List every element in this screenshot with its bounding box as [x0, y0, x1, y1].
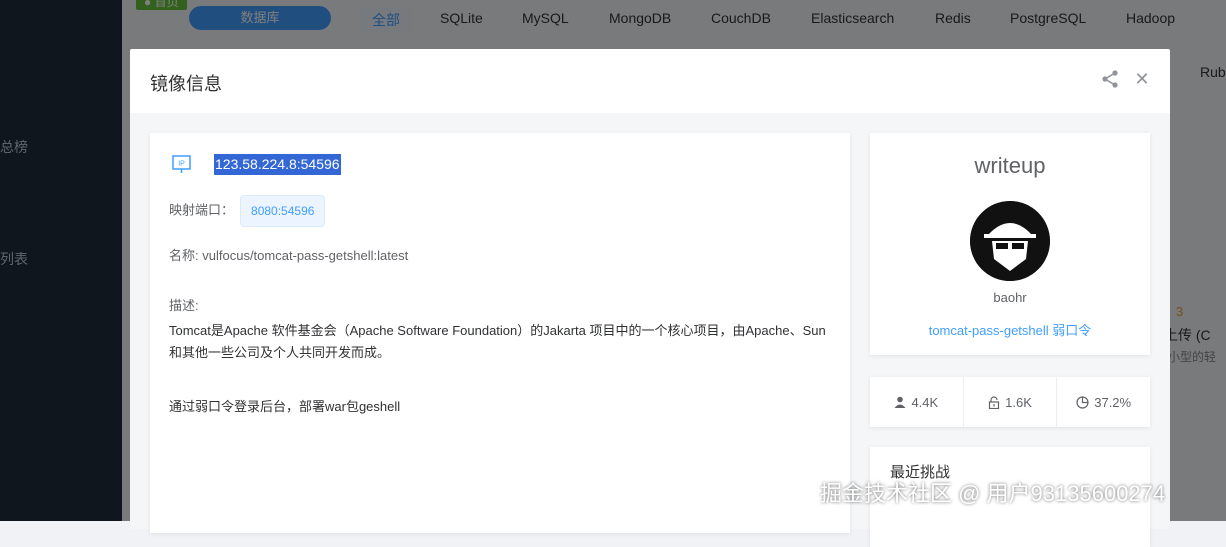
author-name: baohr	[993, 290, 1027, 305]
name-value: vulfocus/tomcat-pass-getshell:latest	[202, 248, 409, 263]
user-icon	[894, 396, 906, 408]
stat-users: 4.4K	[870, 377, 964, 427]
ip-address[interactable]: 123.58.224.8:54596	[214, 154, 341, 175]
desc-line: 通过弱口令登录后台，部署war包geshell	[169, 399, 401, 414]
dialog-body: IP 123.58.224.8:54596 映射端口： 8080:54596 名称…	[130, 113, 1170, 547]
stat-locks-value: 1.6K	[1005, 394, 1032, 410]
stat-rate: 37.2%	[1057, 377, 1150, 427]
description: Tomcat是Apache 软件基金会（Apache Software Foun…	[169, 320, 834, 418]
ip-icon: IP	[171, 154, 193, 174]
writeup-card: writeup baohr tomcat-pass-getshell 弱口令	[870, 133, 1150, 355]
stat-users-value: 4.4K	[911, 394, 939, 410]
watermark: 掘金技术社区 @ 用户93135600274	[820, 481, 1166, 506]
pie-chart-icon	[1076, 395, 1089, 409]
writeup-link[interactable]: tomcat-pass-getshell 弱口令	[870, 320, 1150, 339]
share-icon[interactable]	[1100, 69, 1120, 89]
desc-line: Tomcat是Apache 软件基金会（Apache Software Foun…	[169, 323, 826, 338]
port-row: 映射端口： 8080:54596	[169, 195, 326, 227]
name-label: 名称:	[169, 248, 199, 263]
image-info-dialog: 镜像信息 ✕ IP 123.58.224.8:54596 映射端口： 8080:5…	[130, 49, 1170, 547]
lock-icon	[989, 395, 1000, 409]
stats-card: 4.4K 1.6K 37.2%	[870, 377, 1150, 427]
ip-icon-label: IP	[178, 161, 185, 168]
port-label: 映射端口：	[169, 202, 235, 218]
stat-rate-value: 37.2%	[1094, 394, 1132, 410]
name-row: 名称: vulfocus/tomcat-pass-getshell:latest	[169, 245, 408, 264]
writeup-title: writeup	[974, 153, 1046, 178]
desc-line: 和其他一些公司及个人共同开发而成。	[169, 345, 391, 360]
close-icon[interactable]: ✕	[1134, 69, 1150, 89]
dialog-title: 镜像信息	[150, 74, 222, 94]
stat-locks: 1.6K	[964, 377, 1058, 427]
desc-label: 描述:	[169, 298, 199, 313]
image-info-card: IP 123.58.224.8:54596 映射端口： 8080:54596 名称…	[150, 133, 850, 533]
avatar[interactable]	[970, 201, 1050, 281]
port-tag: 8080:54596	[240, 195, 326, 227]
